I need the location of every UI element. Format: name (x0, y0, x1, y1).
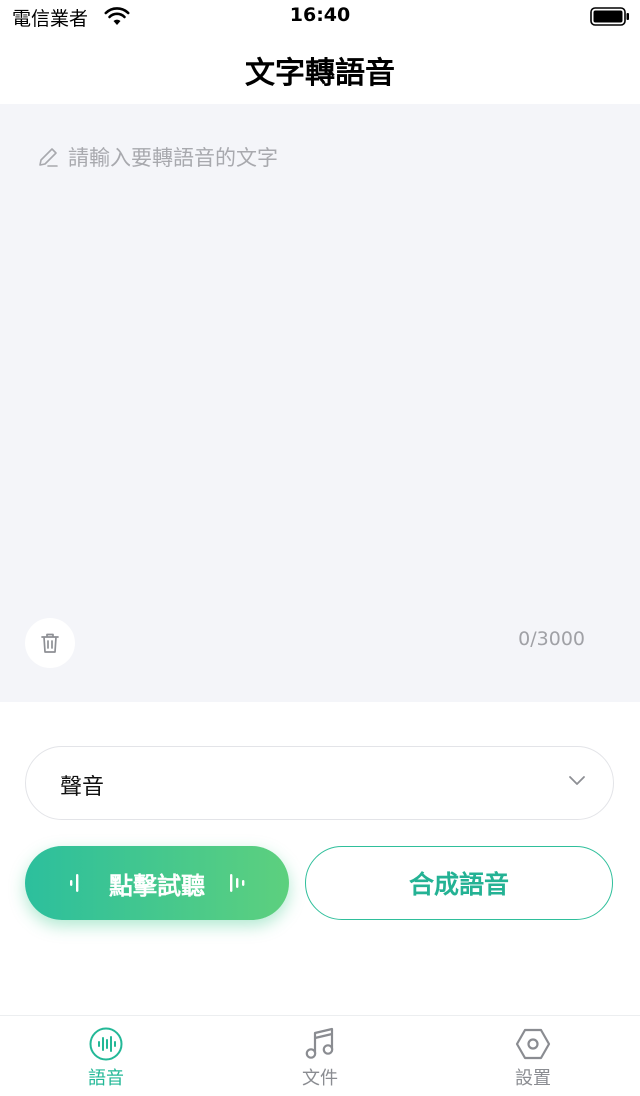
page-title: 文字轉語音 (245, 56, 395, 91)
voice-select-label: 聲音 (60, 775, 105, 800)
synthesize-speech-label: 合成語音 (408, 870, 509, 899)
tab-voice[interactable]: 語音 (46, 1026, 166, 1090)
battery-icon (590, 7, 629, 26)
preview-listen-button[interactable]: 點擊試聽 (25, 846, 289, 920)
hexagon-settings-icon (515, 1028, 551, 1060)
bottom-tab-bar: 語音 文件 設置 (0, 1015, 640, 1096)
text-input[interactable] (36, 142, 606, 602)
tab-settings[interactable]: 設置 (473, 1026, 593, 1090)
tab-files-label: 文件 (302, 1068, 338, 1089)
clear-text-button[interactable] (25, 618, 75, 668)
status-bar: 電信業者 16:40 (0, 0, 640, 34)
character-counter: 0/3000 (518, 628, 585, 650)
voice-select-dropdown[interactable]: 聲音 (25, 746, 614, 820)
tab-settings-label: 設置 (515, 1068, 551, 1089)
sound-wave-right-icon (230, 874, 245, 892)
text-editor-panel: 請輸入要轉語音的文字 0/3000 (0, 104, 640, 702)
status-time: 16:40 (289, 4, 351, 26)
trash-icon (41, 633, 59, 653)
sound-wave-left-icon (70, 874, 79, 892)
synthesize-speech-button[interactable]: 合成語音 (305, 846, 613, 920)
preview-listen-label: 點擊試聽 (109, 871, 205, 900)
tab-files[interactable]: 文件 (260, 1026, 380, 1090)
voice-wave-icon (89, 1027, 123, 1061)
chevron-down-icon (569, 776, 585, 785)
music-note-icon (305, 1027, 334, 1059)
tab-voice-label: 語音 (88, 1068, 124, 1089)
